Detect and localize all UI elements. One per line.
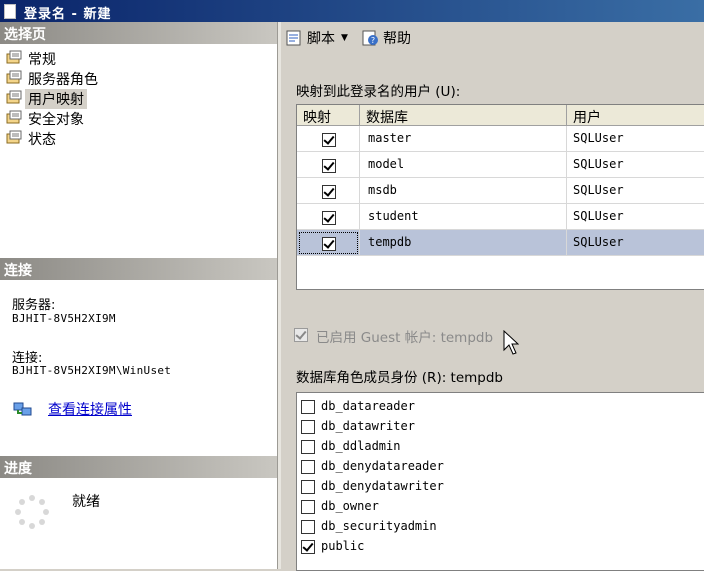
progress-status: 就绪 [72, 494, 100, 510]
connection-header-label: 连接 [4, 263, 32, 279]
map-cell [297, 178, 360, 204]
map-checkbox[interactable] [322, 185, 336, 199]
svg-text:?: ? [371, 36, 375, 45]
help-button[interactable]: ? 帮助 [361, 28, 411, 48]
role-checkbox[interactable] [301, 400, 315, 414]
column-header-map[interactable]: 映射 [297, 105, 360, 126]
page-icon [6, 110, 22, 124]
table-row[interactable]: model SQLUser [297, 152, 704, 178]
column-header-user[interactable]: 用户 [567, 105, 704, 126]
page-item-label: 用户映射 [25, 89, 87, 109]
title-bar: 登录名 - 新建 [0, 0, 704, 22]
map-cell [297, 126, 360, 152]
table-row-selected[interactable]: tempdb SQLUser [297, 230, 704, 256]
toolbar: 脚本 ▼ ? 帮助 [281, 22, 704, 54]
page-item-label: 服务器角色 [28, 72, 98, 88]
connection-properties-icon [13, 402, 32, 416]
role-membership-label: 数据库角色成员身份 (R): tempdb [296, 370, 504, 386]
column-header-database[interactable]: 数据库 [360, 105, 567, 126]
pages-header-label: 选择页 [4, 27, 46, 43]
database-cell: model [360, 152, 567, 178]
table-row[interactable]: student SQLUser [297, 204, 704, 230]
role-checkbox[interactable] [301, 540, 315, 554]
user-cell[interactable]: SQLUser [567, 204, 704, 230]
database-cell: student [360, 204, 567, 230]
role-label: db_datawriter [321, 419, 415, 433]
role-label: db_owner [321, 499, 379, 513]
page-icon [6, 50, 22, 64]
script-button-label: 脚本 [307, 31, 335, 47]
progress-header: 进度 [0, 456, 277, 478]
map-checkbox[interactable] [322, 133, 336, 147]
server-value: BJHIT-8V5H2XI9M [12, 312, 116, 325]
mouse-cursor-icon [503, 330, 519, 355]
map-checkbox[interactable] [322, 211, 336, 225]
role-checkbox[interactable] [301, 500, 315, 514]
guest-account-label: 已启用 Guest 帐户: tempdb [316, 330, 494, 346]
map-cell [297, 230, 360, 256]
users-mapped-label: 映射到此登录名的用户 (U): [296, 84, 461, 100]
map-checkbox[interactable] [322, 159, 336, 173]
role-label: public [321, 539, 365, 553]
role-checkbox[interactable] [301, 440, 315, 454]
page-icon [6, 90, 22, 104]
map-checkbox[interactable] [322, 237, 336, 251]
database-cell: master [360, 126, 567, 152]
page-item-label: 常规 [28, 52, 56, 68]
role-label: db_ddladmin [321, 439, 401, 453]
script-button[interactable]: 脚本 ▼ [285, 28, 348, 48]
help-button-label: 帮助 [383, 31, 411, 47]
user-cell[interactable]: SQLUser [567, 178, 704, 204]
progress-header-label: 进度 [4, 461, 32, 477]
table-row[interactable]: msdb SQLUser [297, 178, 704, 204]
connection-value: BJHIT-8V5H2XI9M\WinUset [12, 364, 172, 377]
window-title: 登录名 - 新建 [24, 7, 112, 22]
role-label: db_datareader [321, 399, 415, 413]
role-checkbox[interactable] [301, 480, 315, 494]
window-icon [4, 4, 16, 19]
connection-header: 连接 [0, 258, 277, 280]
user-cell[interactable]: SQLUser [567, 152, 704, 178]
role-checkbox[interactable] [301, 420, 315, 434]
guest-account-checkbox[interactable] [294, 328, 308, 342]
users-mapping-grid: 映射 数据库 用户 master SQLUser model SQLUser m… [296, 104, 704, 290]
page-icon [6, 130, 22, 144]
role-label: db_denydatawriter [321, 479, 444, 493]
map-cell [297, 204, 360, 230]
database-cell: msdb [360, 178, 567, 204]
chevron-down-icon: ▼ [341, 33, 348, 43]
map-cell [297, 152, 360, 178]
pages-header: 选择页 [0, 22, 277, 44]
user-cell[interactable]: SQLUser [567, 230, 704, 256]
left-pane: 选择页 常规 服务器角色 用户映射 安全对象 状态 连接 服务器: BJHIT-… [0, 22, 277, 569]
role-checkbox[interactable] [301, 460, 315, 474]
page-item-label: 安全对象 [28, 112, 84, 128]
view-connection-properties-link[interactable]: 查看连接属性 [48, 399, 132, 419]
server-label: 服务器: [12, 298, 56, 313]
page-icon [6, 70, 22, 84]
role-membership-list: db_datareader db_datawriter db_ddladmin … [296, 392, 704, 571]
role-label: db_securityadmin [321, 519, 437, 533]
page-item-label: 状态 [28, 132, 56, 148]
user-cell[interactable]: SQLUser [567, 126, 704, 152]
script-icon [286, 30, 301, 46]
database-cell: tempdb [360, 230, 567, 256]
help-icon: ? [362, 30, 378, 46]
role-label: db_denydatareader [321, 459, 444, 473]
right-pane: 脚本 ▼ ? 帮助 映射到此登录名的用户 (U): 映射 数据库 用户 mast… [281, 22, 704, 571]
progress-spinner-icon [15, 495, 49, 529]
table-row[interactable]: master SQLUser [297, 126, 704, 152]
role-checkbox[interactable] [301, 520, 315, 534]
